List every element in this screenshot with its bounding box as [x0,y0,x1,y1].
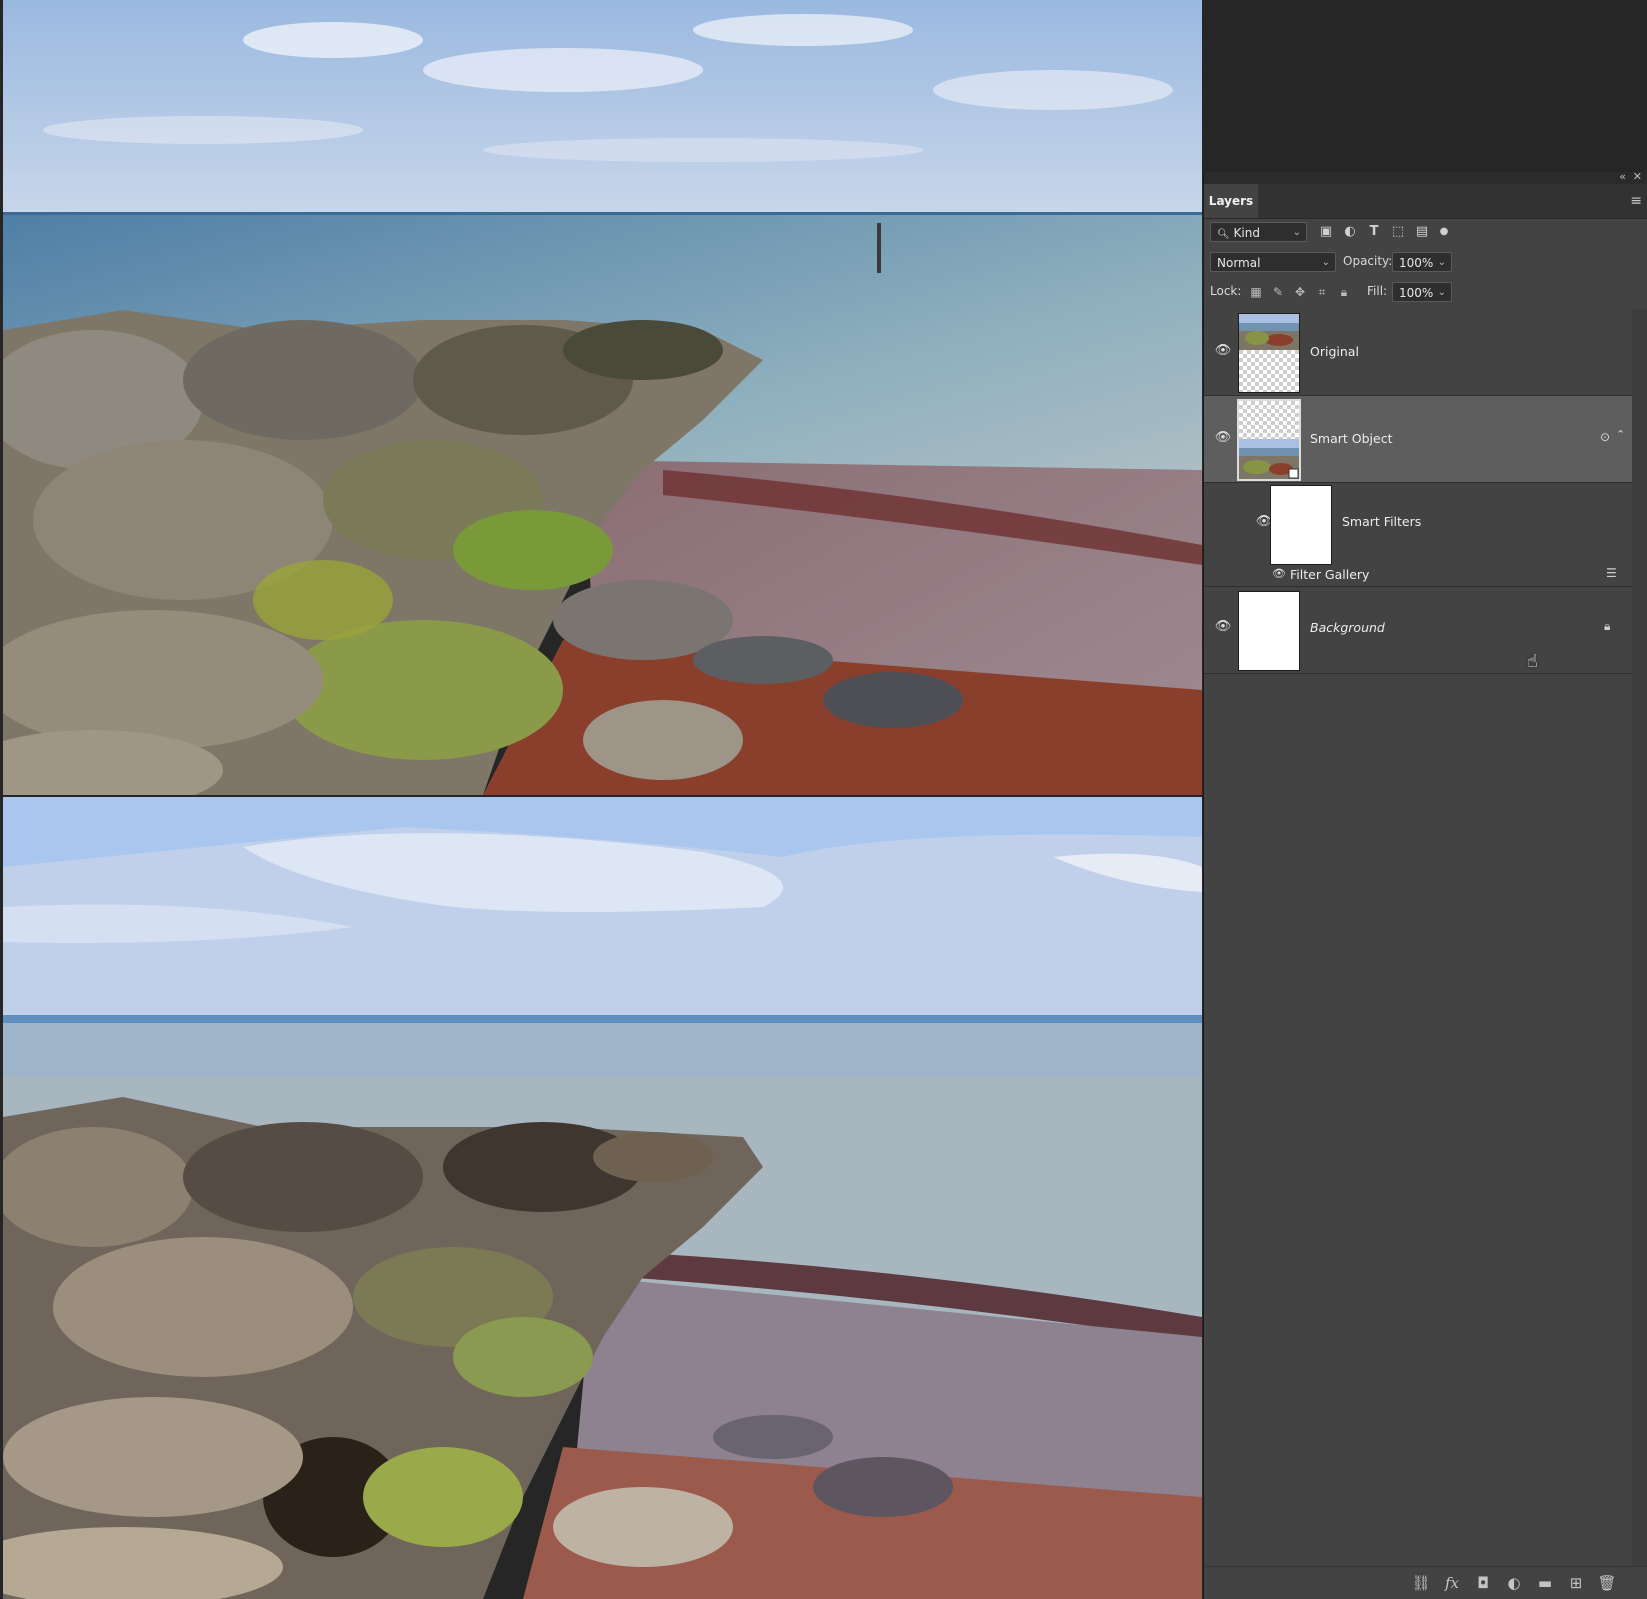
chevron-down-icon: ⌄ [1321,257,1330,268]
layer-thumbnail [1238,591,1300,671]
layer-original[interactable]: 👁︎ Original [1204,309,1632,396]
smart-filters-row[interactable]: 👁︎ Smart Filters [1204,483,1632,565]
filter-kind-label: Kind [1233,226,1260,240]
opacity-value: 100% [1399,256,1434,270]
layer-background[interactable]: 👁︎ Background 🔒︎ [1204,587,1632,674]
chevron-down-icon: ⌄ [1437,287,1446,298]
opacity-label: Opacity: [1343,254,1393,268]
eye-icon[interactable]: 👁︎ [1270,567,1288,581]
close-icon[interactable]: ✕ [1633,170,1642,183]
blend-row: Normal ⌄ Opacity: 100% ⌄ [1204,250,1647,274]
layer-smart-object[interactable]: 👁︎ Smart Object ⊙ ⌃ [1204,396,1632,483]
filter-row: 🔍︎ Kind ⌄ ▣ ◐ T ⬚ ▤ ● [1204,220,1647,244]
layer-thumbnail [1237,399,1301,481]
chevron-up-icon[interactable]: ⌃ [1616,428,1625,441]
layer-name[interactable]: Smart Object [1310,431,1393,446]
collapse-icon[interactable]: « [1619,170,1626,183]
blend-mode-value: Normal [1217,256,1261,270]
filter-gallery-row[interactable]: 👁︎ Filter Gallery ☰ [1204,564,1632,587]
panel-tabbar: Layers ≡ [1204,184,1647,219]
eye-icon[interactable]: 👁︎ [1214,619,1232,634]
panel-dock-empty [1203,0,1647,172]
lock-transparent-icon[interactable]: ▦ [1247,282,1265,302]
menu-icon[interactable]: ≡ [1630,193,1642,209]
opacity-field[interactable]: 100% ⌄ [1392,252,1452,272]
eye-icon[interactable]: 👁︎ [1214,430,1232,445]
lock-icon[interactable]: 🔒︎ [1604,619,1610,634]
search-icon: 🔍︎ [1217,229,1230,240]
layer-thumbnail [1238,313,1300,393]
chevron-down-icon: ⌄ [1292,227,1301,238]
lock-pixels-icon[interactable]: ✎ [1269,282,1287,302]
new-layer-icon[interactable]: ⊞ [1565,1573,1587,1593]
lock-all-icon[interactable]: 🔒︎ [1335,282,1353,302]
panel-titlebar: « ✕ [1204,170,1647,184]
fx-icon[interactable]: fx [1441,1573,1463,1593]
folder-icon[interactable]: ▬ [1534,1573,1556,1593]
lock-row: Lock: ▦ ✎ ✥ ⌗ 🔒︎ Fill: 100% ⌄ [1204,280,1647,304]
toggle-icon[interactable]: ● [1435,222,1453,242]
layers-panel: « ✕ Layers ≡ 🔍︎ Kind ⌄ ▣ ◐ T ⬚ ▤ ● Norma… [1203,170,1647,1599]
blend-mode-select[interactable]: Normal ⌄ [1210,252,1336,272]
filter-blending-options-icon[interactable]: ☰ [1606,566,1617,580]
filter-mask-thumbnail [1270,485,1332,565]
shape-icon[interactable]: ⬚ [1389,222,1407,242]
image-icon[interactable]: ▣ [1317,222,1335,242]
lock-position-icon[interactable]: ✥ [1291,282,1309,302]
layer-name[interactable]: Background [1310,620,1385,635]
original-photo[interactable] [3,0,1202,795]
adjustment-icon[interactable]: ◐ [1341,222,1359,242]
chevron-down-icon: ⌄ [1437,257,1446,268]
hand-cursor-icon: ☝︎ [1527,651,1538,672]
smart-filters-label: Smart Filters [1342,514,1422,529]
type-icon[interactable]: T [1365,222,1383,242]
fill-field[interactable]: 100% ⌄ [1392,282,1452,302]
smart-filter-icon[interactable]: ⊙ [1600,430,1610,444]
trash-icon[interactable]: 🗑︎ [1596,1573,1618,1593]
mask-icon[interactable]: ◘ [1472,1573,1494,1593]
document-canvas[interactable] [0,0,1202,1599]
smart-object-icon[interactable]: ▤ [1413,222,1431,242]
lock-label: Lock: [1210,284,1242,298]
filter-name[interactable]: Filter Gallery [1290,567,1369,582]
eye-icon[interactable]: 👁︎ [1214,343,1232,358]
scrollbar[interactable] [1632,309,1647,1569]
panel-bottom-bar: ⛓︎ fx ◘ ◐ ▬ ⊞ 🗑︎ [1204,1566,1647,1599]
link-icon[interactable]: ⛓︎ [1410,1573,1432,1593]
lock-artboard-icon[interactable]: ⌗ [1313,282,1331,302]
fill-value: 100% [1399,286,1434,300]
tab-layers[interactable]: Layers [1204,184,1258,218]
fill-label: Fill: [1367,284,1388,298]
layer-name[interactable]: Original [1310,344,1359,359]
adjustment-icon[interactable]: ◐ [1503,1573,1525,1593]
filtered-photo[interactable] [3,797,1202,1599]
filter-kind-select[interactable]: 🔍︎ Kind ⌄ [1210,222,1307,242]
